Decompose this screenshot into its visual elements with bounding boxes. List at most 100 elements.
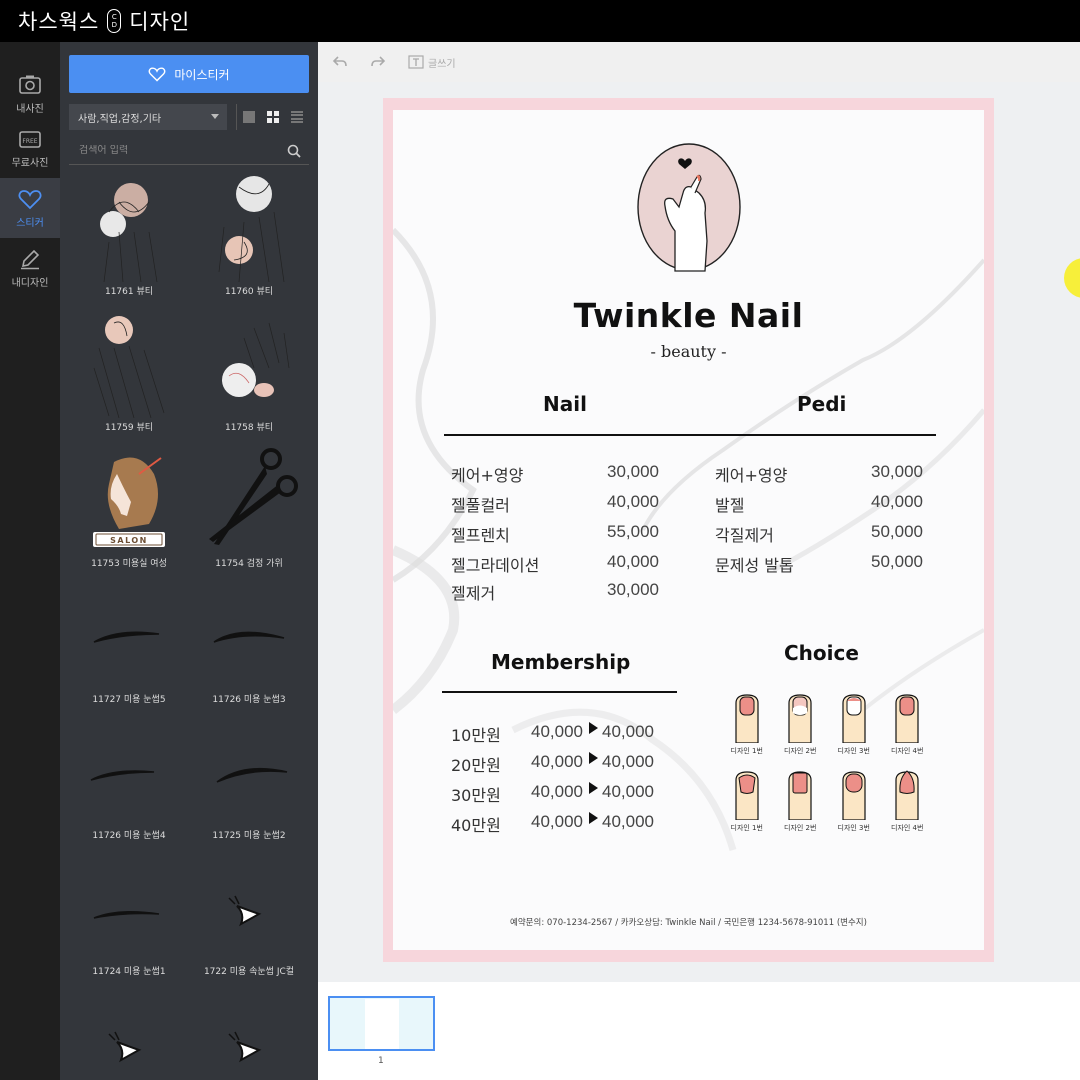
my-sticker-button[interactable]: 마이스티커 xyxy=(69,55,309,93)
design-label: 디자인 4번 xyxy=(891,747,924,755)
price-value: 30,000 xyxy=(607,580,659,599)
sticker-item[interactable]: 11726 미용 눈썹4 xyxy=(69,716,189,852)
design-label: 디자인 2번 xyxy=(784,824,817,832)
sticker-item[interactable]: 11754 검정 가위 xyxy=(189,444,309,580)
price-row[interactable]: 문제성 발톱 50,000 xyxy=(715,552,923,576)
nav-label: 스티커 xyxy=(16,217,44,229)
price-row[interactable]: 젤제거 30,000 xyxy=(451,580,659,604)
sticker-item[interactable]: SALON 11753 미용실 여성 xyxy=(69,444,189,580)
nav-label: 무료사진 xyxy=(11,157,49,169)
price-row[interactable]: 각질제거 50,000 xyxy=(715,522,923,546)
nav-free-photos[interactable]: FREE 무료사진 xyxy=(0,118,60,178)
choice-header[interactable]: Choice xyxy=(784,641,859,665)
sticker-item[interactable]: 11725 미용 눈썹2 xyxy=(189,716,309,852)
text-tool-button[interactable]: 글쓰기 xyxy=(408,55,456,70)
membership-row[interactable]: 40만원 40,000 40,000 xyxy=(451,812,661,836)
membership-to: 40,000 xyxy=(602,752,654,771)
sticker-caption: 11760 뷰티 xyxy=(224,287,274,297)
salon-woman-sticker: SALON xyxy=(93,457,165,547)
membership-row[interactable]: 20만원 40,000 40,000 xyxy=(451,752,661,776)
scissors-icon xyxy=(209,448,298,545)
eyelash-sticker xyxy=(108,1031,142,1063)
sticker-item[interactable]: 11760 뷰티 xyxy=(189,172,309,308)
sticker-item[interactable]: 11726 미용 눈썹3 xyxy=(189,580,309,716)
single-view-icon[interactable] xyxy=(243,111,255,123)
nail-icon xyxy=(842,694,866,743)
price-value: 30,000 xyxy=(871,462,923,481)
design-label: 디자인 3번 xyxy=(837,747,870,755)
page-thumbnail-preview xyxy=(364,999,399,1049)
sticker-item[interactable]: 11758 뷰티 xyxy=(189,308,309,444)
price-row[interactable]: 젤풀컬러 40,000 xyxy=(451,492,659,516)
price-value: 40,000 xyxy=(607,552,659,571)
nav-stickers[interactable]: 스티커 xyxy=(0,178,60,238)
nail-design[interactable]: 디자인 4번 xyxy=(881,693,935,756)
nail-design[interactable]: 디자인 2번 xyxy=(774,770,828,833)
undo-button[interactable] xyxy=(332,55,348,69)
membership-header[interactable]: Membership xyxy=(491,650,630,674)
search-box xyxy=(69,137,309,165)
sticker-caption: 1722 미용 속눈썹 JC컬 xyxy=(203,967,295,977)
nav-my-designs[interactable]: 내디자인 xyxy=(0,238,60,298)
eyelash-sticker xyxy=(228,1031,262,1063)
price-row[interactable]: 젤그라데이션 40,000 xyxy=(451,552,659,576)
nail-icon xyxy=(788,771,812,820)
nail-icon xyxy=(895,770,919,820)
nail-design[interactable]: 디자인 1번 xyxy=(720,770,774,833)
price-value: 30,000 xyxy=(607,462,659,481)
beauty-flower-sticker xyxy=(100,183,158,282)
price-item: 문제성 발톱 xyxy=(715,556,794,575)
membership-to: 40,000 xyxy=(602,782,654,801)
beauty-hand-sticker xyxy=(222,322,290,397)
search-input[interactable] xyxy=(79,145,279,156)
shop-subtitle[interactable]: - beauty - xyxy=(393,342,984,361)
shop-title[interactable]: Twinkle Nail xyxy=(393,296,984,335)
grid-view-icon[interactable] xyxy=(267,111,279,123)
nail-icon xyxy=(895,694,919,743)
design-label: 디자인 1번 xyxy=(730,824,763,832)
logo-top-letter: C xyxy=(111,13,117,21)
membership-row[interactable]: 10만원 40,000 40,000 xyxy=(451,722,661,746)
search-icon[interactable] xyxy=(287,144,301,158)
app-header: 차스웍스 C D 디자인 xyxy=(0,0,1080,42)
nail-icon xyxy=(788,694,812,743)
nail-design[interactable]: 디자인 3번 xyxy=(827,693,881,756)
redo-button[interactable] xyxy=(370,55,386,69)
sticker-item[interactable]: 11759 뷰티 xyxy=(69,308,189,444)
category-select[interactable]: 사람,직업,감정,기타 xyxy=(69,104,227,130)
nail-design[interactable]: 디자인 1번 xyxy=(720,693,774,756)
divider-line xyxy=(442,691,677,693)
page-thumbnail[interactable] xyxy=(328,996,435,1051)
price-row[interactable]: 발젤 40,000 xyxy=(715,492,923,516)
text-tool-icon xyxy=(408,55,424,69)
sticker-item[interactable]: 11727 미용 눈썹5 xyxy=(69,580,189,716)
nav-my-photos[interactable]: 내사진 xyxy=(0,64,60,124)
membership-row[interactable]: 30만원 40,000 40,000 xyxy=(451,782,661,806)
list-view-icon[interactable] xyxy=(291,111,303,123)
membership-from: 40,000 xyxy=(531,812,583,831)
nail-design[interactable]: 디자인 3번 xyxy=(827,770,881,833)
membership-tier: 30만원 xyxy=(451,786,501,805)
contact-info[interactable]: 예약문의: 070-1234-2567 / 카카오상담: Twinkle Nai… xyxy=(393,916,984,928)
eyebrow-sticker xyxy=(93,911,160,919)
pencil-icon xyxy=(21,249,40,269)
pedi-header[interactable]: Pedi xyxy=(797,392,846,416)
free-badge-text: FREE xyxy=(22,138,37,145)
heart-icon xyxy=(18,189,42,209)
sticker-item[interactable]: 1722 미용 속눈썹 JC컬 xyxy=(189,852,309,988)
design-label: 디자인 2번 xyxy=(784,747,817,755)
nail-design[interactable]: 디자인 4번 xyxy=(881,770,935,833)
price-row[interactable]: 케어+영양 30,000 xyxy=(715,462,923,486)
sticker-item[interactable]: 11761 뷰티 xyxy=(69,172,189,308)
eyebrow-sticker xyxy=(93,631,160,643)
sticker-caption: 11761 뷰티 xyxy=(104,287,154,297)
sticker-item[interactable] xyxy=(189,988,309,1080)
design-page[interactable]: Twinkle Nail - beauty - Nail Pedi 케어+영양 3… xyxy=(393,110,984,950)
price-row[interactable]: 케어+영양 30,000 xyxy=(451,462,659,486)
sticker-item[interactable] xyxy=(69,988,189,1080)
nail-design[interactable]: 디자인 2번 xyxy=(774,693,828,756)
nail-header[interactable]: Nail xyxy=(543,392,587,416)
finger-heart-icon xyxy=(637,143,741,272)
price-row[interactable]: 젤프렌치 55,000 xyxy=(451,522,659,546)
sticker-item[interactable]: 11724 미용 눈썹1 xyxy=(69,852,189,988)
